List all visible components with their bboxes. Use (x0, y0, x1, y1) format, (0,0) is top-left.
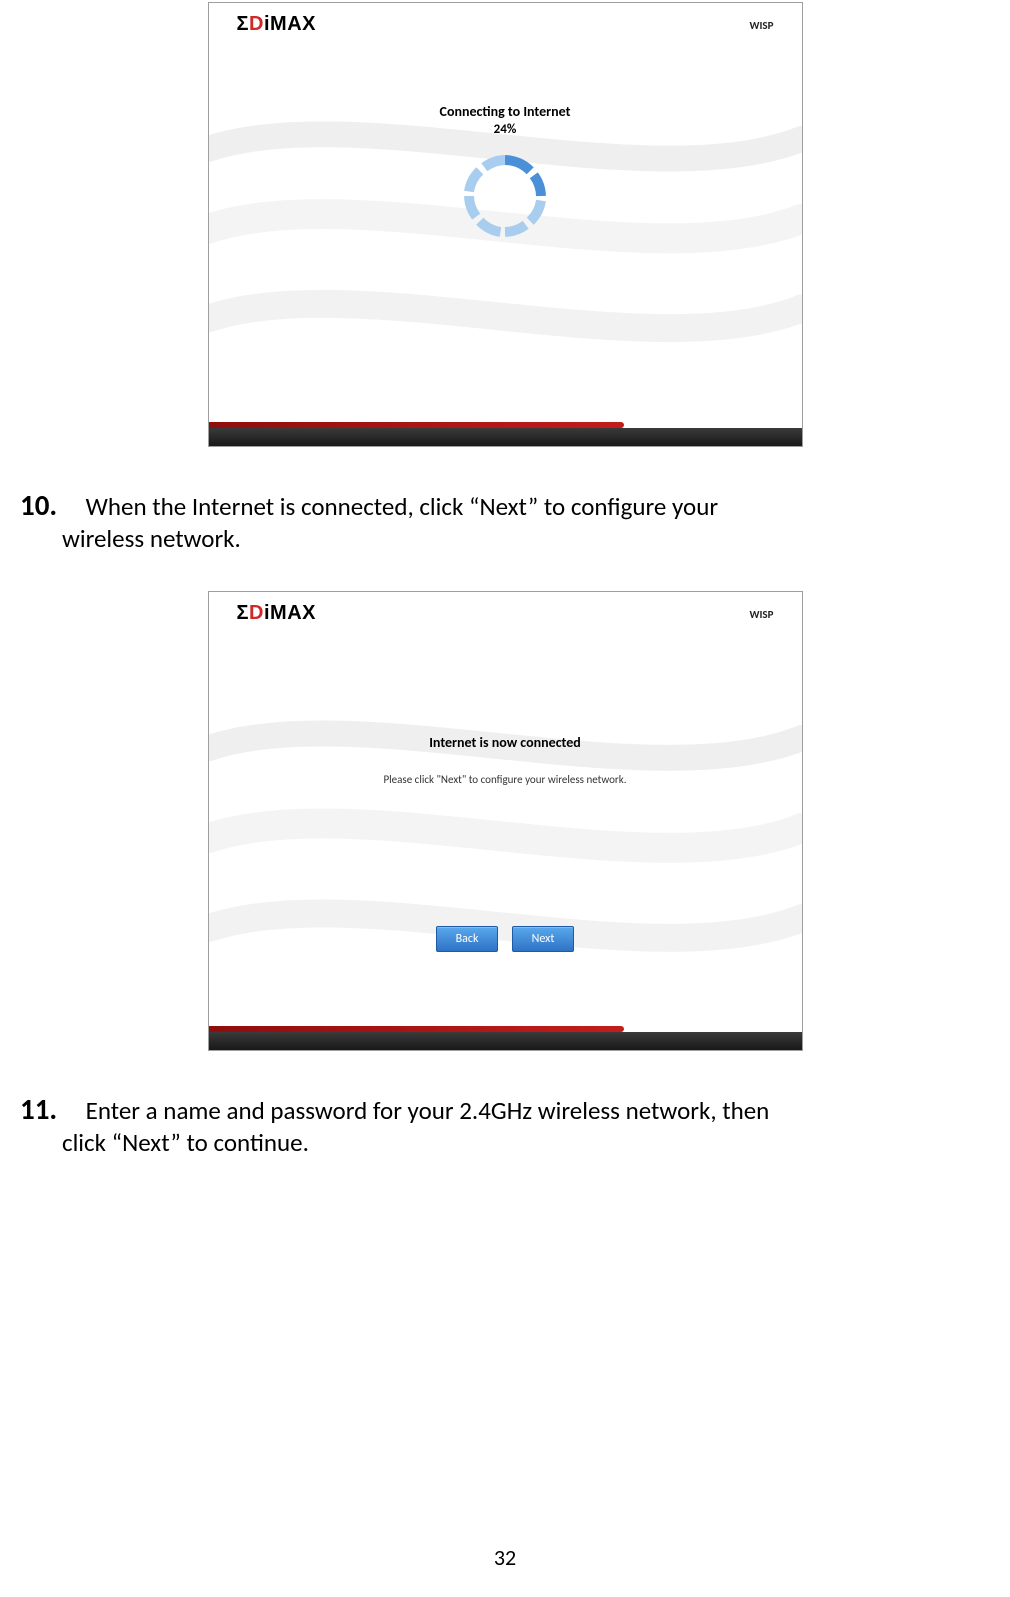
loading-spinner-icon (460, 151, 550, 241)
footer-bar (209, 428, 802, 447)
brand-logo: ΣDiMAX (237, 602, 316, 625)
screenshot-connected: ΣDiMAX WISP Internet is now connected Pl… (208, 591, 803, 1051)
step-11: 11. Enter a name and password for your 2… (20, 1091, 990, 1159)
screenshot-connecting: ΣDiMAX WISP Connecting to Internet 24% (208, 2, 803, 447)
next-button[interactable]: Next (512, 926, 574, 952)
connected-subtitle: Please click "Next" to configure your wi… (209, 773, 802, 786)
mode-label: WISP (750, 602, 774, 621)
mode-label: WISP (750, 13, 774, 32)
connecting-percent: 24% (209, 122, 802, 137)
step-10: 10. When the Internet is connected, clic… (20, 487, 990, 555)
step-text-line2: wireless network. (62, 523, 990, 554)
brand-logo: ΣDiMAX (237, 13, 316, 36)
step-text-line1: When the Internet is connected, click “N… (86, 491, 718, 522)
connected-title: Internet is now connected (209, 648, 802, 751)
footer-bar (209, 1032, 802, 1051)
step-number: 10. (20, 487, 80, 523)
connecting-title: Connecting to Internet (209, 59, 802, 120)
back-button[interactable]: Back (436, 926, 498, 952)
page-number: 32 (0, 1544, 1010, 1571)
step-text-line2: click “Next” to continue. (62, 1127, 990, 1158)
step-text-line1: Enter a name and password for your 2.4GH… (86, 1095, 770, 1126)
step-number: 11. (20, 1091, 80, 1127)
